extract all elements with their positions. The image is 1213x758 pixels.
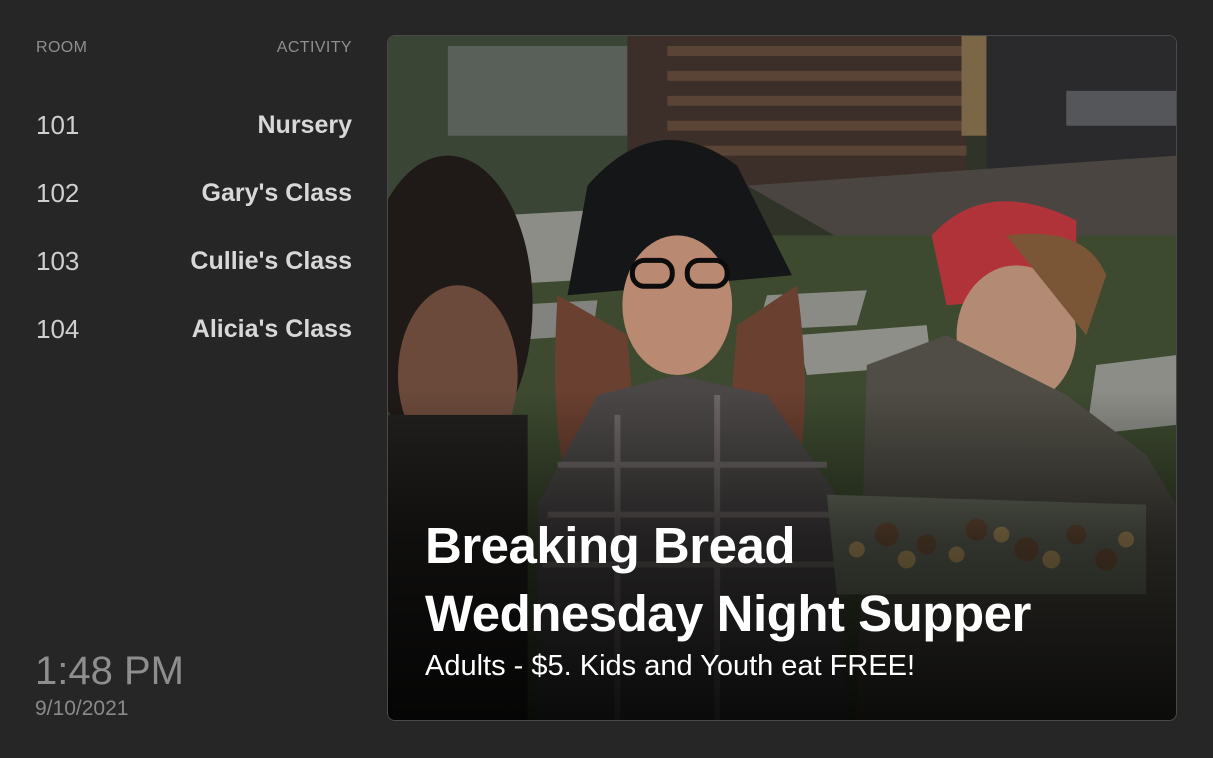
activity-name: Nursery — [257, 110, 353, 139]
current-time: 1:48 PM — [35, 649, 184, 693]
current-date: 9/10/2021 — [35, 697, 129, 720]
clock: 1:48 PM 9/10/2021 — [35, 648, 184, 722]
directory-row: 103 Cullie's Class — [36, 227, 352, 295]
promo-card: Breaking Bread Wednesday Night Supper Ad… — [387, 35, 1177, 721]
directory-header: ROOM ACTIVITY — [36, 38, 352, 58]
room-number: 101 — [36, 109, 80, 140]
room-number: 104 — [36, 313, 80, 344]
activity-name: Cullie's Class — [190, 246, 352, 275]
activity-column-header: ACTIVITY — [276, 39, 352, 56]
directory-row: 101 Nursery — [36, 91, 352, 159]
activity-name: Alicia's Class — [191, 314, 352, 343]
room-column-header: ROOM — [36, 39, 88, 56]
activity-name: Gary's Class — [201, 178, 353, 207]
room-number: 102 — [36, 177, 80, 208]
directory-row: 104 Alicia's Class — [36, 295, 352, 363]
room-directory: ROOM ACTIVITY 101 Nursery 102 Gary's Cla… — [36, 38, 352, 363]
directory-row: 102 Gary's Class — [36, 159, 352, 227]
promo-title-line-1: Breaking Bread — [425, 517, 795, 574]
promo-caption: Breaking Bread Wednesday Night Supper Ad… — [425, 512, 1156, 686]
promo-title-line-2: Wednesday Night Supper — [425, 585, 1031, 642]
promo-subtitle: Adults - $5. Kids and Youth eat FREE! — [425, 650, 916, 682]
room-number: 103 — [36, 245, 80, 276]
